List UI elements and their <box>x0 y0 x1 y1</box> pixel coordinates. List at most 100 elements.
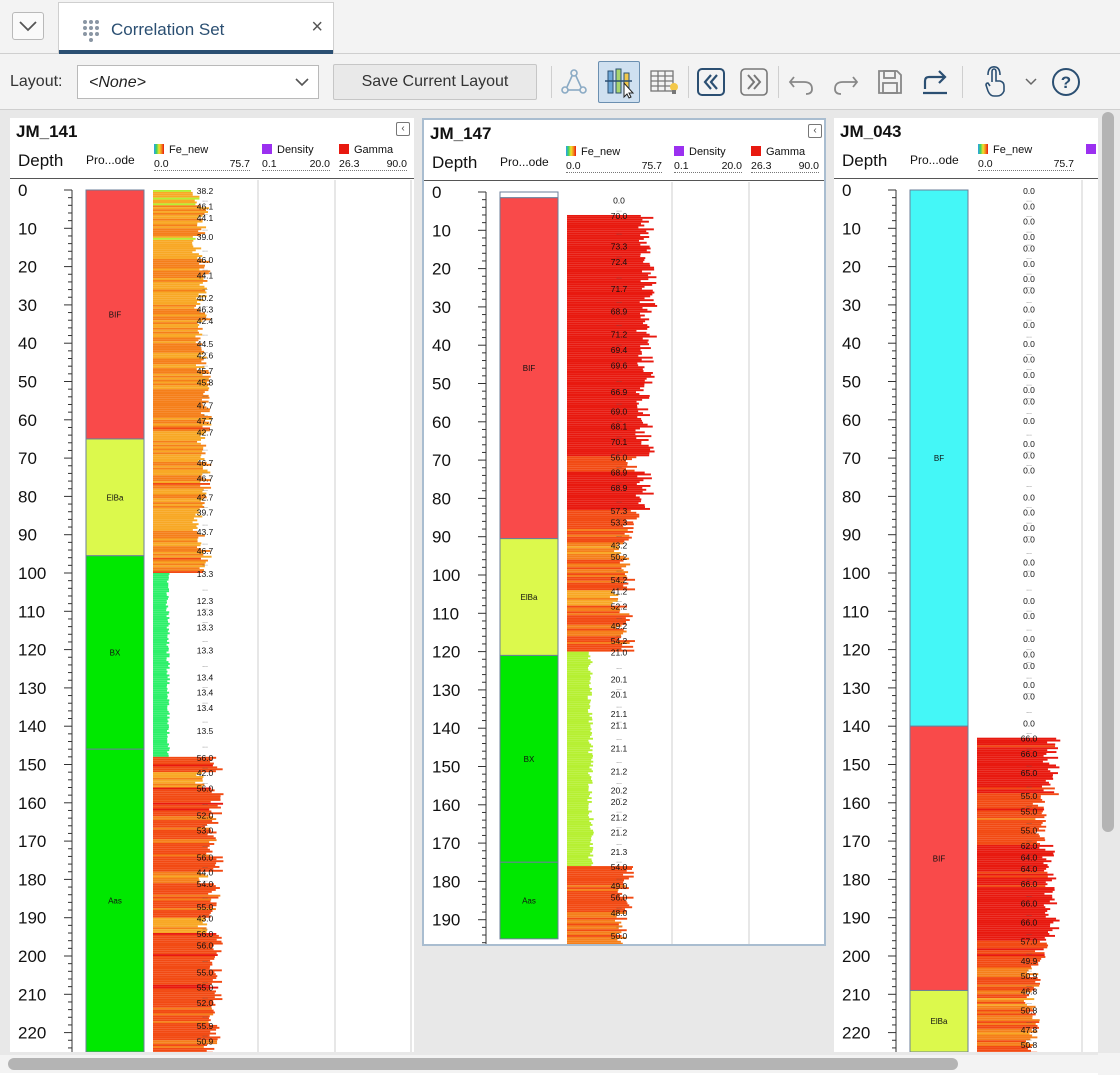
fe-log-bar <box>567 400 637 403</box>
fe-log-bar <box>567 481 640 484</box>
collapse-panel-icon[interactable]: ‹ <box>808 124 822 138</box>
fe-log-bar <box>153 839 217 842</box>
redo-icon[interactable] <box>828 64 864 100</box>
fe-log-bar <box>153 473 203 476</box>
save-current-layout-button[interactable]: Save Current Layout <box>333 64 537 100</box>
fe-log-bar <box>153 733 168 736</box>
fe-log-bar <box>567 446 654 449</box>
well-panel[interactable]: JM_043 Depth Pro...ode Fe_new 0.0 75.7 0 1… <box>834 118 1098 1052</box>
help-icon[interactable]: ? <box>1048 64 1084 100</box>
fe-value-label: 21.3 <box>611 847 628 857</box>
density-swatch-icon <box>262 144 272 154</box>
first-icon[interactable] <box>693 64 729 100</box>
fe-log-bar <box>153 620 169 623</box>
fe-log-bar <box>567 561 620 564</box>
fe-log-bar <box>567 299 654 302</box>
fe-value-label: 21.2 <box>611 828 628 838</box>
geology-unit-code: BIF <box>933 854 946 863</box>
dropdown-icon[interactable] <box>1018 64 1044 100</box>
fe-log-bar <box>567 312 641 315</box>
layout-select[interactable]: <None> <box>77 65 319 99</box>
fe-value-label: 55.0 <box>1021 826 1038 836</box>
fe-log-bar <box>567 710 589 713</box>
table-icon[interactable] <box>646 64 682 100</box>
fe-log-bar <box>153 806 221 809</box>
fe-log-bar <box>977 1034 1033 1037</box>
last-icon[interactable] <box>736 64 772 100</box>
fe-log-bar <box>567 310 652 313</box>
fe-log-bar <box>153 739 168 742</box>
fe-log-bar <box>153 573 170 575</box>
fe-log-bar <box>153 540 198 543</box>
well-panel[interactable]: JM_141 ‹ Depth Pro...ode Fe_new 0.0 75.7 … <box>10 118 414 1052</box>
density-legend: Density <box>674 146 726 158</box>
fe-log-bar <box>153 774 197 776</box>
horizontal-scrollbar[interactable] <box>0 1055 1120 1073</box>
save-icon[interactable] <box>872 64 908 100</box>
fe-log-bar <box>977 800 1045 803</box>
fe-log-bar <box>153 515 203 518</box>
well-title: JM_147 <box>430 124 492 143</box>
close-tab-icon[interactable]: × <box>311 17 323 37</box>
vertical-scroll-thumb[interactable] <box>1102 112 1114 832</box>
fe-log-bar <box>567 513 640 516</box>
fe-value-label: 50.8 <box>1021 1040 1038 1050</box>
fe-log-bar <box>153 528 193 531</box>
fe-log-bar <box>153 502 205 505</box>
fe-log-bar <box>153 797 221 799</box>
depth-tick-label: 160 <box>432 796 460 815</box>
fe-log-bar <box>567 741 590 744</box>
fe-log-bar <box>153 611 170 614</box>
fe-log-bar <box>567 724 591 727</box>
fe-log-bar <box>977 844 1054 847</box>
column-settings-icon[interactable] <box>598 61 640 103</box>
fe-log-bar <box>153 622 170 625</box>
fe-log-bar <box>567 590 613 593</box>
depth-tick-label: 10 <box>842 219 861 238</box>
fe-log-bar <box>567 264 651 267</box>
depth-tick-label: 50 <box>842 373 861 392</box>
touch-mode-icon[interactable] <box>977 64 1013 100</box>
fe-log-bar <box>977 737 1057 740</box>
network-icon[interactable] <box>556 64 592 100</box>
fe-log-bar <box>153 890 212 893</box>
fe-log-bar <box>567 410 639 413</box>
tab-correlation-set[interactable]: Correlation Set × <box>58 2 334 54</box>
header-rule <box>10 178 414 179</box>
fe-log-bar <box>153 708 168 711</box>
fe-log-bar <box>567 247 651 250</box>
vertical-scrollbar[interactable] <box>1100 112 1114 1052</box>
tab-title: Correlation Set <box>111 20 225 39</box>
fe-log-bar <box>567 515 640 518</box>
geology-unit-code: ElBa <box>931 1017 948 1026</box>
fe-log-bar <box>567 257 646 260</box>
fe-log-bar <box>567 674 591 677</box>
fe-log-bar <box>567 787 589 790</box>
fe-value-ellipsis: ... <box>202 718 208 725</box>
export-icon[interactable] <box>917 64 953 100</box>
undo-icon[interactable] <box>783 64 819 100</box>
depth-tick-label: 170 <box>18 832 46 851</box>
well-panel-selected[interactable]: JM_147 ‹ Depth Pro...ode Fe_new 0.0 75.7 … <box>422 118 826 946</box>
depth-tick-label: 30 <box>18 296 37 315</box>
fe-value-ellipsis: ... <box>202 662 208 669</box>
fe-log-bar <box>567 427 640 430</box>
fe-log-bar <box>153 588 170 591</box>
fe-log-bar <box>567 695 588 698</box>
fe-log-bar <box>153 590 170 593</box>
fe-value-ellipsis: ... <box>616 923 622 930</box>
fe-log-bar <box>153 695 168 698</box>
fe-log-bar <box>567 795 589 798</box>
fe-log-bar <box>977 967 1032 970</box>
horizontal-scroll-thumb[interactable] <box>8 1058 958 1070</box>
fe-value-label: 48.0 <box>611 908 628 918</box>
collapse-panel-icon[interactable]: ‹ <box>396 122 410 136</box>
fe-log-bar <box>153 331 199 334</box>
svg-text:?: ? <box>1061 73 1071 92</box>
fe-value-label: 71.7 <box>611 284 628 294</box>
collapse-tabs-button[interactable] <box>12 12 44 40</box>
fe-log-bar <box>567 720 589 723</box>
fe-value-label: 56.0 <box>197 941 214 951</box>
fe-log-bar <box>567 352 642 355</box>
tab-strip: Correlation Set × <box>0 0 1120 54</box>
